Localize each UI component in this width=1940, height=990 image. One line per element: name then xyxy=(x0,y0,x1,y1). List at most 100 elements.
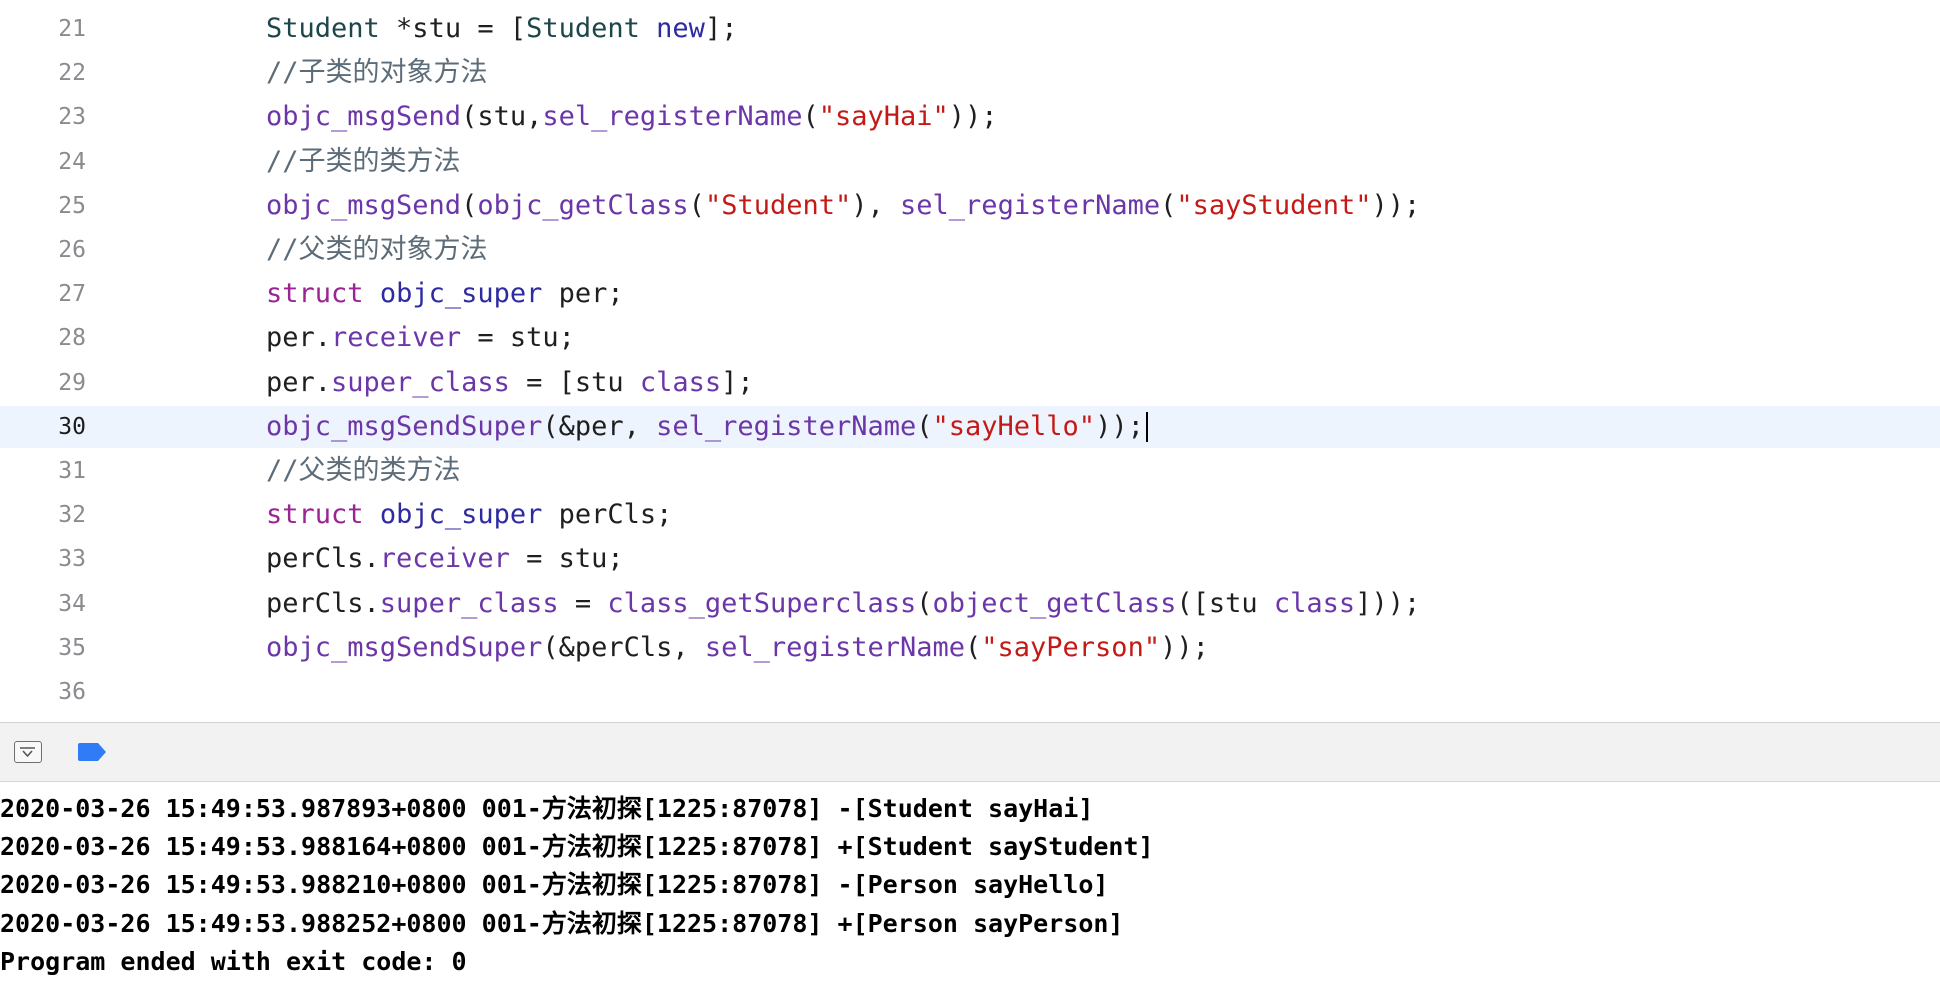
code-line[interactable]: 21 Student *stu = [Student new]; xyxy=(0,8,1940,50)
console-log-line: 2020-03-26 15:49:53.988252+0800 001-方法初探… xyxy=(0,908,1124,938)
exit-status-line: Program ended with exit code: 0 xyxy=(0,946,467,976)
code-line[interactable]: 37 xyxy=(0,715,1940,722)
code-token: super_class xyxy=(331,366,510,398)
breakpoints-activate-icon[interactable] xyxy=(76,742,108,762)
code-token: objc_super xyxy=(379,278,543,310)
code-token: super_class xyxy=(379,587,559,619)
code-text: per.receiver = stu; xyxy=(266,323,575,353)
code-token: per. xyxy=(266,322,332,354)
code-line[interactable]: 36 xyxy=(0,671,1940,713)
code-token: "sayPerson" xyxy=(981,631,1161,663)
code-editor[interactable]: 21 Student *stu = [Student new]; 22 //子类的对象… xyxy=(0,0,1940,722)
code-line[interactable]: 29 per.super_class = [stu class]; xyxy=(0,362,1940,404)
code-token: "Student" xyxy=(704,189,852,221)
code-token: "sayStudent" xyxy=(1176,189,1372,221)
toggle-debug-area-glyph xyxy=(20,747,35,757)
code-token: class xyxy=(1273,587,1356,619)
line-number: 24 xyxy=(58,148,86,175)
code-token: )); xyxy=(1160,631,1209,663)
code-token: ( xyxy=(1160,189,1177,221)
code-token: receiver xyxy=(379,543,510,575)
code-line[interactable]: 25 objc_msgSend(objc_getClass("Student"),… xyxy=(0,185,1940,227)
current-code-line[interactable]: 30 objc_msgSendSuper(&per, sel_registerNa… xyxy=(0,405,1940,448)
code-token: receiver xyxy=(331,322,462,354)
line-number: 29 xyxy=(58,369,86,396)
code-text: objc_msgSendSuper(&perCls, sel_registerN… xyxy=(266,631,1209,663)
code-token: Student xyxy=(266,13,380,44)
code-token: )); xyxy=(1095,410,1144,442)
code-text: //父类的类方法 xyxy=(266,456,461,486)
code-token: struct xyxy=(266,499,364,531)
code-token: = [stu xyxy=(509,366,640,398)
code-text: Student *stu = [Student new]; xyxy=(266,14,737,44)
code-token: perCls; xyxy=(542,499,673,531)
code-line[interactable]: 27 struct objc_super per; xyxy=(0,273,1940,315)
code-line[interactable]: 33 perCls.receiver = stu; xyxy=(0,538,1940,580)
code-text: //子类的类方法 xyxy=(266,145,461,177)
code-token: ([stu xyxy=(1176,587,1274,619)
code-token: per. xyxy=(266,366,332,398)
line-number: 35 xyxy=(58,634,86,661)
code-text: perCls.super_class = class_getSuperclass… xyxy=(266,587,1421,619)
console-log-line: 2020-03-26 15:49:53.988210+0800 001-方法初探… xyxy=(0,870,1109,900)
code-token: *stu = [ xyxy=(379,13,527,44)
line-number: 36 xyxy=(58,679,86,705)
debug-bar xyxy=(0,723,1940,782)
code-line[interactable]: 23 objc_msgSend(stu,sel_registerName("say… xyxy=(0,96,1940,138)
code-token: = stu; xyxy=(509,543,624,575)
code-line[interactable]: 31 //父类的类方法 xyxy=(0,450,1940,492)
code-line[interactable]: 32 struct objc_super perCls; xyxy=(0,494,1940,536)
code-token: (&perCls, xyxy=(542,631,705,663)
code-token: per; xyxy=(542,278,624,310)
code-line[interactable]: 34 perCls.super_class = class_getSupercla… xyxy=(0,583,1940,625)
code-line[interactable]: 35 objc_msgSendSuper(&perCls, sel_registe… xyxy=(0,627,1940,669)
code-token: objc_getClass xyxy=(477,189,689,221)
line-number: 23 xyxy=(58,104,86,131)
code-token: (&per, xyxy=(542,410,657,442)
console-log-line: 2020-03-26 15:49:53.988164+0800 001-方法初探… xyxy=(0,832,1154,862)
code-token: ( xyxy=(916,587,933,619)
code-token: struct xyxy=(266,278,364,310)
code-token: )); xyxy=(1371,189,1421,221)
code-token: Student xyxy=(526,13,640,44)
code-token: perCls. xyxy=(266,543,380,575)
line-number: 34 xyxy=(58,590,86,617)
code-token: ), xyxy=(851,189,901,221)
console-log-line: 2020-03-26 15:49:53.987893+0800 001-方法初探… xyxy=(0,794,1094,823)
line-number: 31 xyxy=(58,458,86,484)
toggle-debug-area-icon[interactable] xyxy=(14,741,42,763)
code-token: ( xyxy=(802,101,819,133)
code-token: //父类的对象方法 xyxy=(266,234,488,265)
code-line[interactable]: 24 //子类的类方法 xyxy=(0,141,1940,183)
line-number: 28 xyxy=(58,325,86,352)
code-token: objc_super xyxy=(379,499,543,531)
console-output[interactable]: 2020-03-26 15:49:53.987893+0800 001-方法初探… xyxy=(0,782,1940,990)
code-token: objc_msgSend xyxy=(266,189,462,221)
code-token: ( xyxy=(965,631,982,663)
code-token: )); xyxy=(948,101,998,133)
text-cursor xyxy=(1145,411,1148,442)
code-token: ]; xyxy=(704,13,738,44)
line-number: 32 xyxy=(58,502,86,529)
code-token: class xyxy=(639,366,722,398)
line-number: 26 xyxy=(58,237,86,263)
code-token: sel_registerName xyxy=(656,410,917,442)
line-number: 25 xyxy=(58,192,86,219)
code-token: sel_registerName xyxy=(900,189,1161,221)
code-token: class_getSuperclass xyxy=(607,587,917,619)
code-token: objc_msgSend xyxy=(266,101,462,133)
code-token: ( xyxy=(461,189,478,221)
code-token: "sayHai" xyxy=(818,101,949,133)
code-line[interactable]: 26 //父类的对象方法 xyxy=(0,229,1940,271)
code-line[interactable]: 28 per.receiver = stu; xyxy=(0,317,1940,359)
code-line[interactable]: 22 //子类的对象方法 xyxy=(0,52,1940,94)
breakpoint-shape xyxy=(78,743,106,761)
code-text: per.super_class = [stu class]; xyxy=(266,366,754,398)
code-token: = stu; xyxy=(461,322,575,354)
code-token: ( xyxy=(916,410,933,442)
code-token: sel_registerName xyxy=(542,101,803,133)
code-token: ])); xyxy=(1355,587,1421,619)
code-token: //子类的类方法 xyxy=(266,145,461,177)
